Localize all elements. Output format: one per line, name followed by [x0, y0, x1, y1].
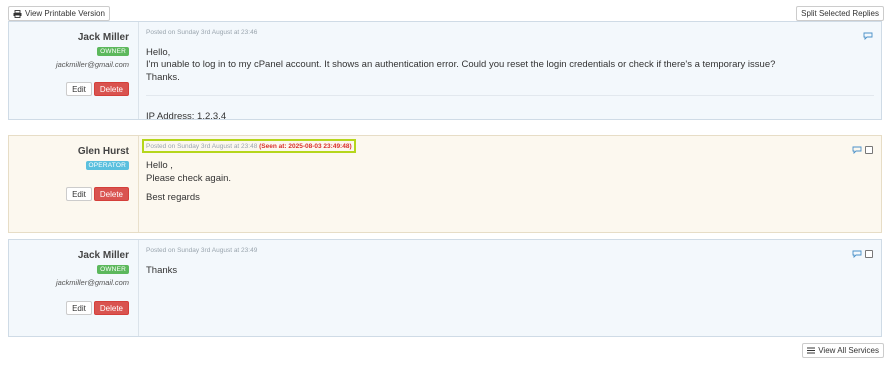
message-line: Please check again. [146, 173, 232, 184]
message-line: Hello , [146, 160, 173, 171]
comment-icon[interactable] [852, 247, 862, 261]
owner-badge: OWNER [97, 265, 129, 274]
posted-date-text: Posted on Sunday 3rd August at 23:48 [146, 143, 258, 150]
edit-button[interactable]: Edit [66, 82, 92, 96]
view-all-services-button[interactable]: View All Services [802, 343, 884, 358]
edit-button[interactable]: Edit [66, 301, 92, 315]
split-replies-button[interactable]: Split Selected Replies [796, 6, 884, 21]
posted-date: Posted on Sunday 3rd August at 23:46 [146, 29, 258, 36]
reply-body: Posted on Sunday 3rd August at 23:49 Tha… [139, 240, 881, 336]
select-checkbox[interactable] [865, 250, 873, 258]
edit-button[interactable]: Edit [66, 187, 92, 201]
author-name: Jack Miller [77, 250, 129, 261]
delete-button[interactable]: Delete [93, 187, 129, 201]
posted-date: Posted on Sunday 3rd August at 23:48 (Se… [146, 143, 352, 150]
comment-icon[interactable] [863, 29, 873, 43]
delete-button[interactable]: Delete [93, 82, 129, 96]
split-replies-label: Split Selected Replies [801, 9, 879, 18]
ip-address: IP Address: 1.2.3.4 [146, 111, 227, 122]
reply-body: Posted on Sunday 3rd August at 23:46 Hel… [139, 22, 881, 122]
owner-badge: OWNER [97, 47, 129, 56]
reply-card: Jack Miller OWNER jackmiller@gmail.com E… [8, 239, 882, 337]
comment-icon[interactable] [852, 143, 862, 157]
message-line: Thanks. [146, 72, 180, 83]
select-checkbox[interactable] [865, 146, 873, 154]
delete-button[interactable]: Delete [93, 301, 129, 315]
reply-card: Glen Hurst OPERATOR Edit Delete Posted o… [8, 135, 882, 233]
seen-at: (Seen at: 2025-08-03 23:49:48) [259, 143, 352, 150]
author-name: Jack Miller [77, 32, 129, 43]
reply-body: Posted on Sunday 3rd August at 23:48 (Se… [139, 136, 881, 232]
list-icon [807, 347, 816, 354]
message-line: Thanks [146, 265, 178, 276]
message-line: I'm unable to log in to my cPanel accoun… [146, 59, 776, 70]
printer-icon [13, 9, 22, 18]
message-divider [146, 95, 874, 96]
operator-badge: OPERATOR [85, 161, 129, 170]
view-printable-label: View Printable Version [25, 9, 105, 18]
author-email: jackmiller@gmail.com [55, 60, 129, 69]
author-name: Glen Hurst [77, 146, 129, 157]
message-line: Hello, [146, 47, 171, 58]
reply-author-panel: Jack Miller OWNER jackmiller@gmail.com E… [9, 22, 139, 119]
message-line: Best regards [146, 192, 200, 203]
author-email: jackmiller@gmail.com [55, 278, 129, 287]
view-printable-button[interactable]: View Printable Version [8, 6, 110, 21]
reply-author-panel: Glen Hurst OPERATOR Edit Delete [9, 136, 139, 232]
view-all-services-label: View All Services [818, 346, 879, 355]
reply-author-panel: Jack Miller OWNER jackmiller@gmail.com E… [9, 240, 139, 336]
reply-card: Jack Miller OWNER jackmiller@gmail.com E… [8, 21, 882, 122]
posted-date: Posted on Sunday 3rd August at 23:49 [146, 247, 258, 254]
